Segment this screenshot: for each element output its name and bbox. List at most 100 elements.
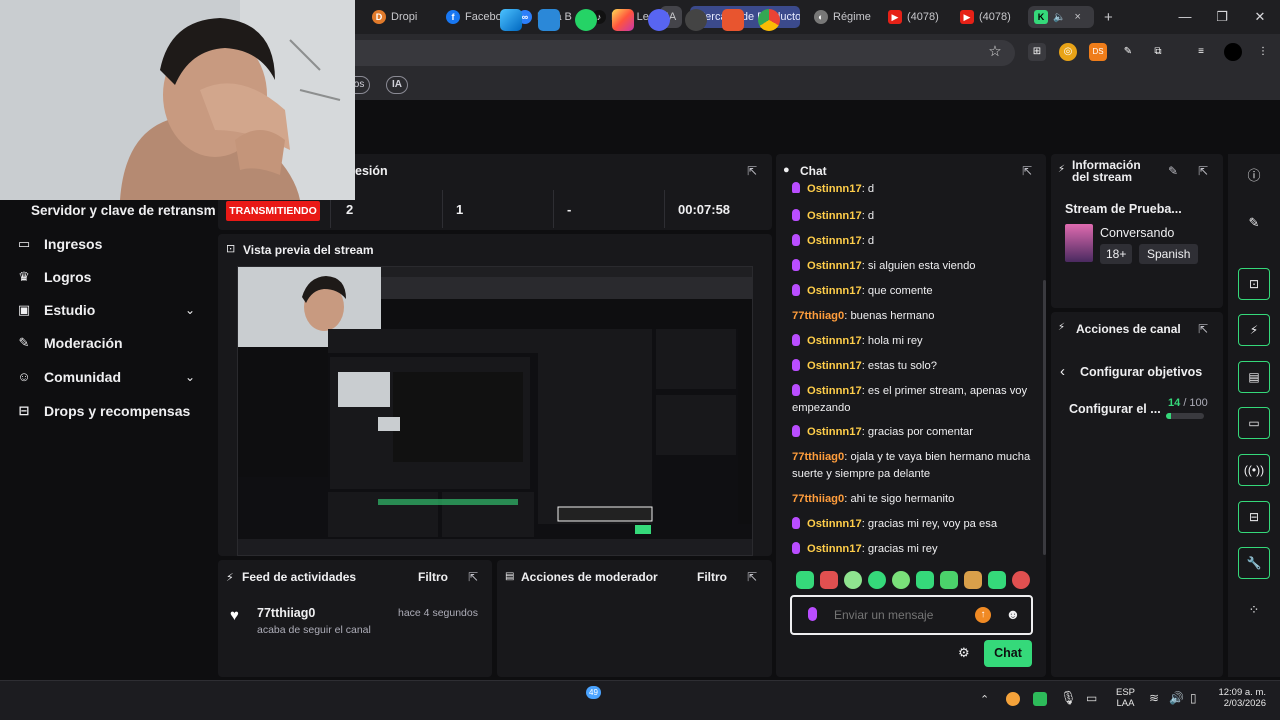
sidebar-item-drops[interactable]: ⊟ Drops y recompensas <box>16 400 191 422</box>
server-key-label[interactable]: Servidor y clave de retransm <box>0 200 218 222</box>
goal-label[interactable]: Configurar el ... <box>1069 402 1161 416</box>
emote-green-6[interactable] <box>988 571 1006 589</box>
tray-mic-icon[interactable]: 🎙 <box>1060 690 1077 706</box>
chat-tool-icon[interactable]: ▭ <box>1238 407 1270 439</box>
document-tool-icon[interactable]: ▤ <box>1238 361 1270 393</box>
stream-title[interactable]: Stream de Prueba... <box>1065 202 1182 216</box>
emote-green-3[interactable] <box>892 571 910 589</box>
tray-chevron-up-icon[interactable]: ⌃ <box>980 693 989 706</box>
emote-orange[interactable] <box>964 571 982 589</box>
emoji-picker-icon[interactable]: ☻ <box>1005 606 1021 622</box>
broadcast-tool-icon[interactable]: ((•)) <box>1238 454 1270 486</box>
emote-green-1[interactable] <box>796 571 814 589</box>
upload-arrow-icon[interactable]: ↑ <box>975 607 991 623</box>
emote-green-2[interactable] <box>868 571 886 589</box>
profile-avatar[interactable] <box>1224 43 1242 61</box>
more-menu-icon[interactable]: ⋮ <box>1254 43 1272 61</box>
clock[interactable]: 12:09 a. m. 2/03/2026 <box>1214 687 1266 709</box>
restore-button[interactable]: ❐ <box>1207 6 1237 28</box>
chat-username[interactable]: Ostinnn17 <box>807 426 862 438</box>
eyedropper-icon[interactable]: ✎ <box>1119 43 1137 61</box>
sidebar-item-moderacion[interactable]: ✎ Moderación <box>16 332 123 354</box>
emote-skull[interactable] <box>844 571 862 589</box>
sidebar-item-comunidad[interactable]: ☺ Comunidad <box>16 366 121 388</box>
language-indicator[interactable]: ESP LAA <box>1116 687 1135 709</box>
category-name[interactable]: Conversando <box>1100 226 1174 240</box>
sidebar-item-estudio[interactable]: ▣ Estudio <box>16 299 96 321</box>
tray-shield-icon[interactable] <box>1033 692 1047 706</box>
instagram-icon[interactable] <box>612 9 634 31</box>
volume-icon[interactable]: 🔊 <box>1169 691 1184 705</box>
info-icon[interactable]: ⓘ <box>1238 160 1270 192</box>
chatgpt-icon[interactable] <box>685 9 707 31</box>
category-thumbnail[interactable] <box>1065 224 1093 262</box>
emote-green-5[interactable] <box>940 571 958 589</box>
layout-tool-icon[interactable]: ⊟ <box>1238 501 1270 533</box>
extensions-puzzle-icon[interactable]: ⧉ <box>1149 43 1167 61</box>
popout-icon[interactable]: ⇱ <box>745 570 759 584</box>
discord-icon[interactable] <box>648 9 670 31</box>
close-tab-icon[interactable]: × <box>1074 11 1080 23</box>
tab-youtube-2[interactable]: ▶ (4078) <box>954 6 1022 28</box>
emote-red-green[interactable] <box>1012 571 1030 589</box>
fl-studio-icon[interactable] <box>722 9 744 31</box>
chat-username[interactable]: Ostinnn17 <box>807 183 862 193</box>
popout-icon[interactable]: ⇱ <box>745 164 759 178</box>
chrome-icon[interactable] <box>758 9 780 31</box>
chat-username[interactable]: 77tthiiag0 <box>792 310 844 322</box>
whatsapp-icon[interactable] <box>575 9 597 31</box>
chat-username[interactable]: Ostinnn17 <box>807 235 862 247</box>
chat-username[interactable]: Ostinnn17 <box>807 335 862 347</box>
windows-start-icon[interactable] <box>500 9 522 31</box>
stream-preview-video[interactable] <box>237 266 753 556</box>
popout-icon[interactable]: ⇱ <box>1196 164 1210 178</box>
bookmark-star-icon[interactable]: ☆ <box>986 43 1004 61</box>
minimize-button[interactable]: — <box>1170 6 1200 28</box>
extension-coin-icon[interactable]: ◎ <box>1059 43 1077 61</box>
extension-ds-icon[interactable]: DS <box>1089 43 1107 61</box>
apps-dots-icon[interactable]: ⁘ <box>1238 594 1270 626</box>
chat-username[interactable]: 77tthiiag0 <box>792 451 844 463</box>
activity-user[interactable]: 77tthiiag0 <box>257 606 315 620</box>
chevron-left-icon[interactable]: ‹ <box>1060 363 1065 380</box>
chevron-down-icon[interactable]: ⌄ <box>182 369 198 385</box>
extension-grid-icon[interactable]: ⊞ <box>1028 43 1046 61</box>
bolt-tool-icon[interactable]: ⚡ <box>1238 314 1270 346</box>
chat-message-input[interactable] <box>834 605 964 625</box>
chat-username[interactable]: Ostinnn17 <box>807 518 862 530</box>
chat-send-button[interactable]: Chat <box>984 640 1032 667</box>
tab-dropi[interactable]: D Dropi <box>366 6 434 28</box>
new-tab-button[interactable]: + <box>1100 6 1122 28</box>
chat-username[interactable]: Ostinnn17 <box>807 360 862 372</box>
chat-username[interactable]: Ostinnn17 <box>807 385 862 397</box>
omnibox[interactable] <box>300 40 1015 66</box>
chat-username[interactable]: Ostinnn17 <box>807 260 862 272</box>
microphone-icon[interactable] <box>808 607 817 621</box>
tab-facebook[interactable]: f Facebo <box>440 6 506 28</box>
camera-tool-icon[interactable]: ⊡ <box>1238 268 1270 300</box>
configure-goals-back[interactable]: Configurar objetivos <box>1080 365 1202 379</box>
popout-icon[interactable]: ⇱ <box>1196 322 1210 336</box>
tab-youtube-1[interactable]: ▶ (4078) <box>882 6 950 28</box>
wifi-icon[interactable]: ≋ <box>1149 691 1159 705</box>
mod-filter-button[interactable]: Filtro <box>697 570 727 584</box>
chat-input-box[interactable]: ↑ ☻ <box>790 595 1033 635</box>
emote-green-4[interactable] <box>916 571 934 589</box>
tab-kick-active[interactable]: K 🔈 × <box>1028 6 1094 28</box>
chat-username[interactable]: Ostinnn17 <box>807 210 862 222</box>
tray-display-icon[interactable]: ▭ <box>1086 691 1097 705</box>
chat-username[interactable]: Ostinnn17 <box>807 285 862 297</box>
sidebar-item-logros[interactable]: ♛ Logros <box>16 266 91 288</box>
chevron-down-icon[interactable]: ⌄ <box>182 302 198 318</box>
chat-settings-gear-icon[interactable]: ⚙ <box>958 646 972 660</box>
chat-username[interactable]: Ostinnn17 <box>807 543 862 555</box>
battery-icon[interactable]: ▯ <box>1190 691 1197 705</box>
chat-username[interactable]: 77tthiiag0 <box>792 493 844 505</box>
emote-red-box[interactable] <box>820 571 838 589</box>
store-icon[interactable] <box>538 9 560 31</box>
bookmark-chip-ia[interactable]: IA <box>386 76 408 94</box>
tray-sync-icon[interactable] <box>1006 692 1020 706</box>
edit-icon[interactable]: ✎ <box>1238 207 1270 239</box>
media-control-icon[interactable]: ≡ <box>1192 43 1210 61</box>
sidebar-item-ingresos[interactable]: ▭ Ingresos <box>16 233 103 255</box>
